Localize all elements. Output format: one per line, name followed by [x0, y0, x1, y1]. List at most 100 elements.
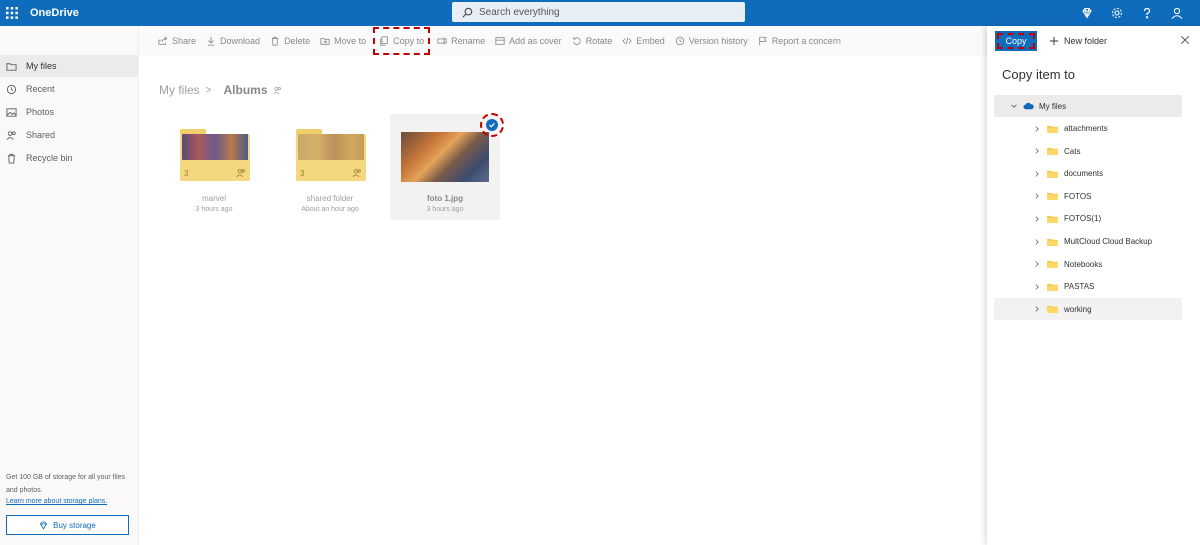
- diamond-icon[interactable]: [1072, 0, 1102, 26]
- folder-icon: 3: [180, 129, 250, 181]
- account-icon[interactable]: [1162, 0, 1192, 26]
- tile-name[interactable]: marvel: [159, 194, 269, 203]
- chevron-right-icon[interactable]: [1033, 147, 1041, 155]
- clock-icon: [6, 84, 17, 94]
- cover-icon: [495, 37, 505, 45]
- chevron-down-icon: [1011, 104, 1017, 108]
- panel-title: Copy item to: [1002, 67, 1075, 82]
- chevron-right-icon[interactable]: [1033, 283, 1041, 291]
- nav-item-recent[interactable]: Recent: [0, 78, 138, 100]
- tree-folder-label: documents: [1064, 169, 1104, 179]
- gear-icon[interactable]: [1102, 0, 1132, 26]
- storage-promo-text: Get 100 GB of storage for all your files…: [6, 474, 126, 494]
- chevron-right-icon[interactable]: [1033, 125, 1041, 133]
- command-label: Embed: [636, 36, 665, 46]
- tree-folder-item[interactable]: documents: [994, 163, 1182, 185]
- folder-tile-marvel[interactable]: 3 marvel 3 hours ago: [159, 114, 269, 220]
- command-label: Version history: [688, 36, 748, 46]
- tree-folder-item[interactable]: attachments: [994, 118, 1182, 140]
- download-button[interactable]: Download: [206, 30, 260, 52]
- plus-icon: [1049, 36, 1059, 46]
- move-to-button[interactable]: Move to: [320, 30, 366, 52]
- tree-folder-item[interactable]: FOTOS: [994, 185, 1182, 207]
- copy-to-button[interactable]: Copy to: [373, 27, 431, 55]
- folder-icon: [1047, 261, 1058, 269]
- nav-item-my-files[interactable]: My files: [0, 55, 138, 77]
- tree-root-label: My files: [1039, 101, 1067, 111]
- tree-folder-item[interactable]: working: [994, 298, 1182, 321]
- nav-label: Recycle bin: [26, 153, 73, 163]
- storage-plans-link[interactable]: Learn more about storage plans.: [6, 498, 107, 505]
- folder-icon: [1047, 306, 1058, 314]
- folder-icon: [1047, 238, 1058, 246]
- nav-item-shared[interactable]: Shared: [0, 124, 138, 146]
- close-icon[interactable]: [1180, 35, 1190, 45]
- app-title[interactable]: OneDrive: [30, 7, 79, 19]
- chevron-right-icon[interactable]: [1033, 215, 1041, 223]
- folder-icon: 3: [296, 129, 366, 181]
- download-icon: [207, 36, 215, 46]
- people-icon: [6, 130, 16, 140]
- selected-check-icon[interactable]: [480, 113, 504, 137]
- copy-button[interactable]: Copy: [995, 31, 1037, 51]
- image-icon: [6, 107, 17, 117]
- rotate-button[interactable]: Rotate: [572, 30, 612, 52]
- move-icon: [320, 38, 330, 45]
- tree-folder-item[interactable]: Cats: [994, 140, 1182, 162]
- help-icon[interactable]: [1132, 0, 1162, 26]
- file-list-area: My files > Albums 3 marvel 3 hours ago 3…: [139, 56, 987, 545]
- tree-folder-item[interactable]: MultCloud Cloud Backup: [994, 231, 1182, 253]
- tile-modified-time: 3 hours ago: [195, 206, 233, 213]
- breadcrumb-current: Albums: [223, 83, 268, 97]
- trash-icon: [7, 153, 16, 164]
- chevron-right-icon[interactable]: [1033, 192, 1041, 200]
- photo-tile-foto-1[interactable]: foto 1.jpg 3 hours ago: [390, 113, 504, 220]
- chevron-right-icon[interactable]: [1033, 238, 1041, 246]
- command-bar: Share Download Delete Move to Copy to Re…: [139, 26, 987, 56]
- nav-label: Recent: [26, 84, 55, 94]
- tile-modified-time: About an hour ago: [301, 206, 359, 213]
- folder-tree: My files attachments Cats documents FOTOS FO…: [987, 95, 1200, 321]
- shared-icon: [272, 86, 281, 94]
- tree-folder-item[interactable]: Notebooks: [994, 253, 1182, 275]
- tree-folder-item[interactable]: FOTOS(1): [994, 208, 1182, 230]
- new-folder-button[interactable]: New folder: [1049, 36, 1107, 46]
- search-input[interactable]: Search everything: [452, 2, 745, 22]
- tree-root-my-files[interactable]: My files: [994, 95, 1182, 117]
- version-history-button[interactable]: Version history: [675, 30, 748, 52]
- tree-folder-label: Cats: [1064, 146, 1081, 156]
- folder-tile-shared-folder[interactable]: 3 shared folder About an hour ago: [275, 114, 385, 220]
- rotate-icon: [572, 37, 581, 45]
- tree-folder-label: working: [1064, 304, 1092, 314]
- tile-name[interactable]: foto 1.jpg: [390, 194, 500, 203]
- nav-item-recycle-bin[interactable]: Recycle bin: [0, 147, 138, 169]
- report-concern-button[interactable]: Report a concern: [758, 30, 841, 52]
- folder-icon: [1047, 215, 1058, 223]
- chevron-right-icon[interactable]: [1033, 260, 1041, 268]
- buy-storage-label: Buy storage: [53, 520, 96, 530]
- photo-thumbnail: [401, 132, 489, 182]
- command-label: Add as cover: [509, 36, 562, 46]
- command-label: Delete: [284, 36, 311, 46]
- nav-label: Shared: [26, 130, 56, 140]
- rename-button[interactable]: Rename: [437, 30, 485, 52]
- tree-folder-label: attachments: [1064, 124, 1108, 134]
- command-label: Share: [172, 36, 197, 46]
- share-button[interactable]: Share: [158, 30, 196, 52]
- chevron-right-icon[interactable]: [1033, 305, 1041, 313]
- nav-item-photos[interactable]: Photos: [0, 101, 138, 123]
- embed-button[interactable]: Embed: [622, 30, 665, 52]
- tree-folder-item[interactable]: PASTAS: [994, 276, 1182, 298]
- buy-storage-button[interactable]: Buy storage: [6, 515, 129, 535]
- delete-button[interactable]: Delete: [270, 30, 310, 52]
- rename-icon: [437, 37, 447, 45]
- tree-folder-label: FOTOS(1): [1064, 214, 1102, 224]
- breadcrumb-parent[interactable]: My files: [159, 83, 200, 97]
- tree-folder-label: PASTAS: [1064, 282, 1095, 292]
- tile-name[interactable]: shared folder: [275, 194, 385, 203]
- app-launcher-icon[interactable]: [0, 0, 24, 26]
- trash-icon: [271, 36, 279, 46]
- add-as-cover-button[interactable]: Add as cover: [495, 30, 562, 52]
- nav-label: My files: [26, 61, 57, 71]
- chevron-right-icon[interactable]: [1033, 170, 1041, 178]
